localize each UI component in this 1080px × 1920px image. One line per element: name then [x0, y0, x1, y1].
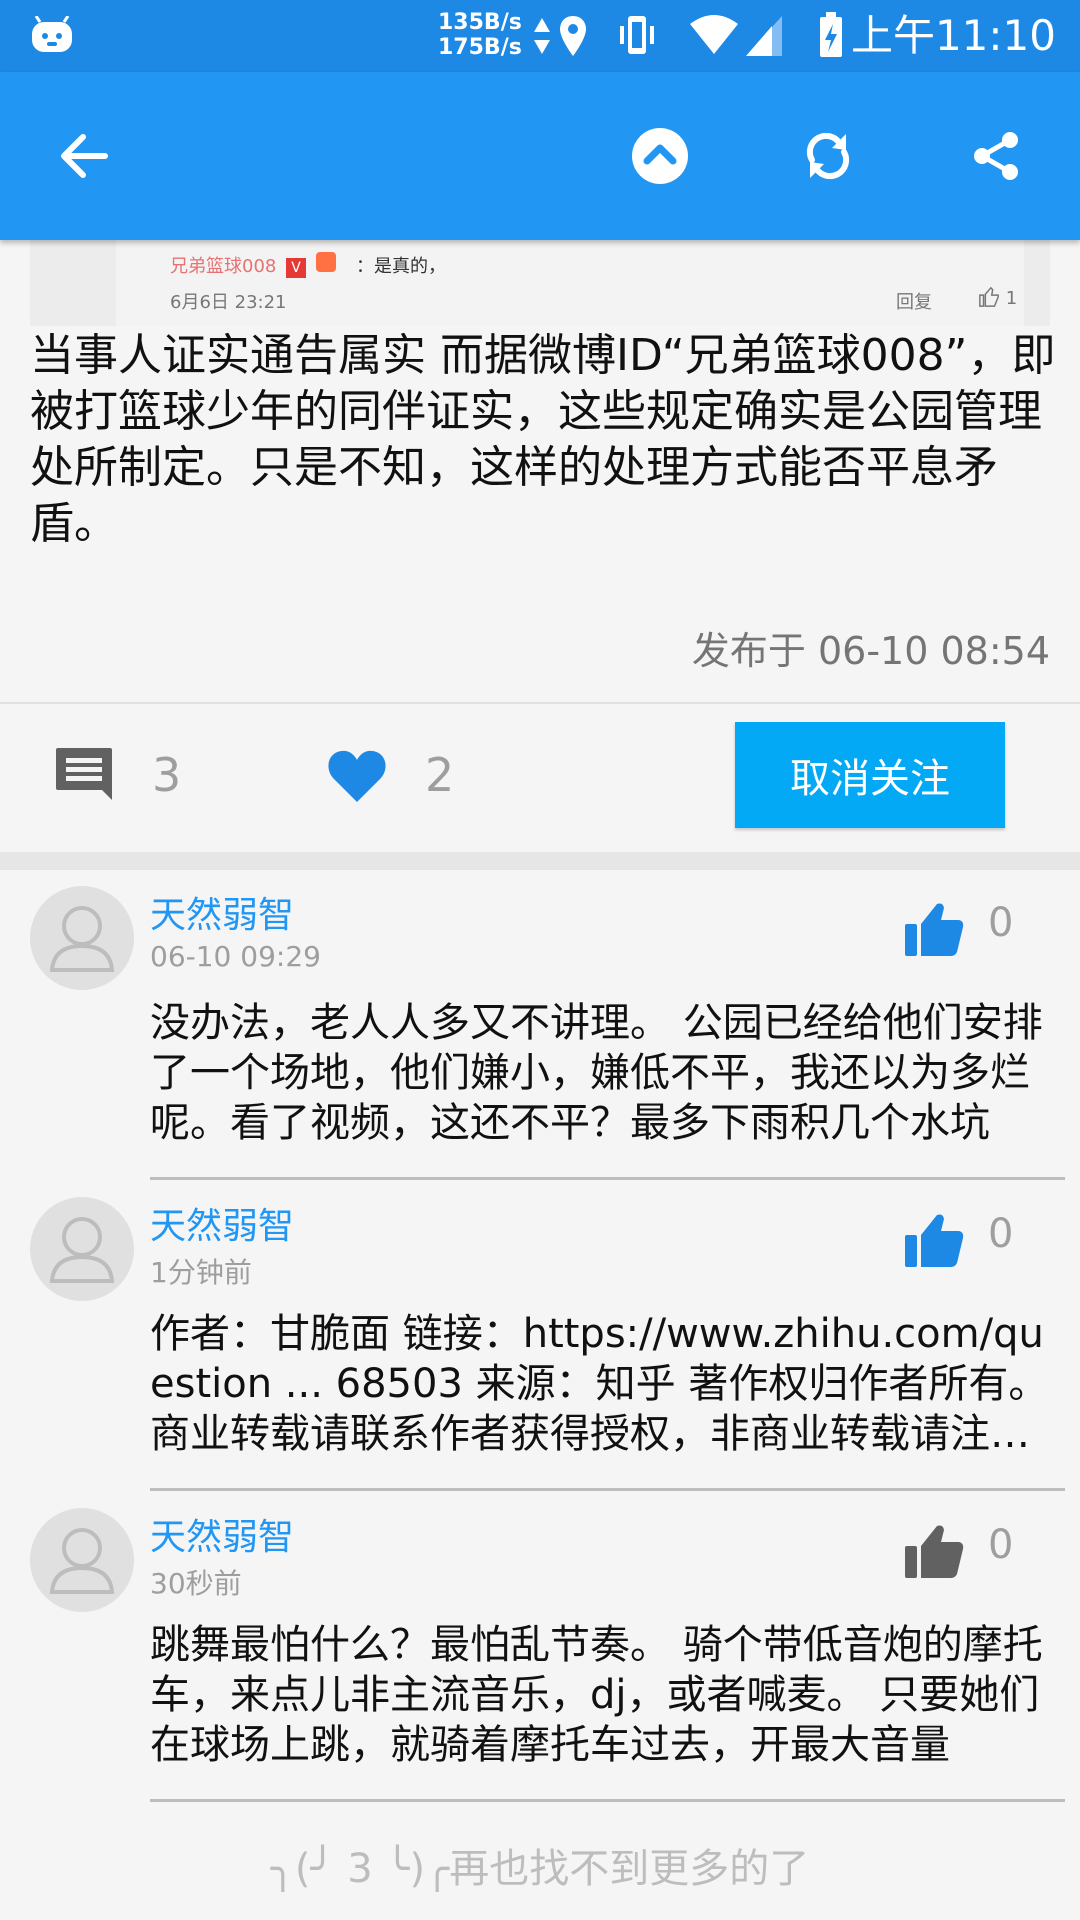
- image-reply-text: ：是真的，: [356, 256, 446, 277]
- scroll-top-button[interactable]: [616, 112, 704, 200]
- article-image: 兄弟篮球008 V ：是真的， 6月6日 23:21 回复 1: [30, 240, 1050, 326]
- unfollow-button[interactable]: 取消关注: [735, 722, 1005, 828]
- refresh-icon: [806, 132, 850, 180]
- location-icon: [560, 16, 586, 56]
- thumb-up-outline-icon: [979, 286, 999, 307]
- comment-item: 天然弱智 30秒前 0 跳舞最怕什么？最怕乱节奏。 骑个带低音炮的摩托车，来点儿…: [0, 1492, 1080, 1803]
- app-screen: 135B/s 175B/s 上午11:10 兄弟篮球008 V ：是真的， 6月…: [0, 0, 1080, 1920]
- comment-author[interactable]: 天然弱智: [150, 886, 294, 938]
- data-arrows-icon: [534, 18, 550, 54]
- comment-item: 天然弱智 06-10 09:29 0 没办法，老人人多又不讲理。 公园已经给他们…: [0, 870, 1080, 1181]
- comment-text: 跳舞最怕什么？最怕乱节奏。 骑个带低音炮的摩托车，来点儿非主流音乐，dj，或者喊…: [150, 1622, 1043, 1768]
- status-icons-group: [560, 12, 842, 57]
- comment-author[interactable]: 天然弱智: [150, 1197, 294, 1249]
- comment-icon[interactable]: [54, 746, 114, 802]
- chevron-up-circle-icon: [632, 128, 688, 184]
- back-button[interactable]: [40, 112, 128, 200]
- avatar[interactable]: [30, 886, 134, 990]
- comment-text: 没办法，老人人多又不讲理。 公园已经给他们安排了一个场地，他们嫌小，嫌低不平，我…: [150, 1000, 1043, 1146]
- thumb-up-icon[interactable]: [903, 1522, 965, 1580]
- image-username: 兄弟篮球008 V: [170, 252, 336, 278]
- comment-like-count: 0: [988, 1211, 1014, 1257]
- user-placeholder-icon: [49, 1528, 115, 1594]
- comment-author[interactable]: 天然弱智: [150, 1508, 294, 1560]
- level-badge-icon: [315, 252, 336, 272]
- comment-text: 作者：甘脆面 链接：https://www.zhihu.com/question…: [150, 1311, 1049, 1457]
- comment-divider: [150, 1177, 1065, 1180]
- comment-divider: [150, 1488, 1065, 1491]
- vibrate-icon: [620, 16, 654, 54]
- thumb-up-icon[interactable]: [903, 1211, 965, 1269]
- screenshot-image: 兄弟篮球008 V ：是真的， 6月6日 23:21 回复 1: [116, 240, 1024, 326]
- arrow-left-icon: [61, 134, 108, 178]
- section-separator: [0, 852, 1080, 870]
- avatar[interactable]: [30, 1197, 134, 1301]
- comment-divider: [150, 1799, 1065, 1802]
- no-more-text: ╮(╯ 3 ╰)╭再也找不到更多的了: [270, 1846, 810, 1892]
- comment-time: 1分钟前: [150, 1256, 252, 1289]
- net-down: 175B/s: [438, 35, 522, 60]
- image-date: 6月6日 23:21: [170, 292, 287, 313]
- heart-icon[interactable]: [326, 748, 388, 804]
- comment-like-count: 0: [988, 1522, 1014, 1568]
- image-like: 1: [978, 286, 1017, 309]
- thumb-up-icon[interactable]: [903, 900, 965, 958]
- refresh-button[interactable]: [784, 112, 872, 200]
- clock: 上午11:10: [850, 11, 1056, 60]
- user-placeholder-icon: [49, 1217, 115, 1283]
- comment-time: 30秒前: [150, 1567, 242, 1600]
- wifi-icon: [690, 15, 738, 54]
- net-up: 135B/s: [438, 10, 522, 35]
- publish-time: 发布于 06-10 08:54: [691, 629, 1050, 673]
- vip-badge-icon: V: [286, 258, 307, 278]
- share-icon: [974, 132, 1018, 180]
- share-button[interactable]: [952, 112, 1040, 200]
- app-notification-icon: [32, 16, 72, 52]
- article-body: 当事人证实通告属实 而据微博ID“兄弟篮球008”，即被打篮球少年的同伴证实，这…: [30, 330, 1056, 549]
- avatar[interactable]: [30, 1508, 134, 1612]
- signal-icon: [746, 16, 782, 56]
- user-placeholder-icon: [49, 906, 115, 972]
- like-count: 2: [425, 748, 455, 802]
- battery-charging-icon: [820, 12, 842, 57]
- comment-item: 天然弱智 1分钟前 0 作者：甘脆面 链接：https://www.zhihu.…: [0, 1181, 1080, 1492]
- status-bar: 135B/s 175B/s 上午11:10: [0, 0, 1080, 72]
- image-reply-label: 回复: [896, 292, 932, 313]
- comment-time: 06-10 09:29: [150, 940, 321, 973]
- comment-count: 3: [152, 748, 182, 802]
- app-toolbar: [0, 72, 1080, 240]
- network-speed: 135B/s 175B/s: [438, 10, 522, 60]
- comment-like-count: 0: [988, 900, 1014, 946]
- action-bar: 3 2 取消关注: [0, 704, 1080, 852]
